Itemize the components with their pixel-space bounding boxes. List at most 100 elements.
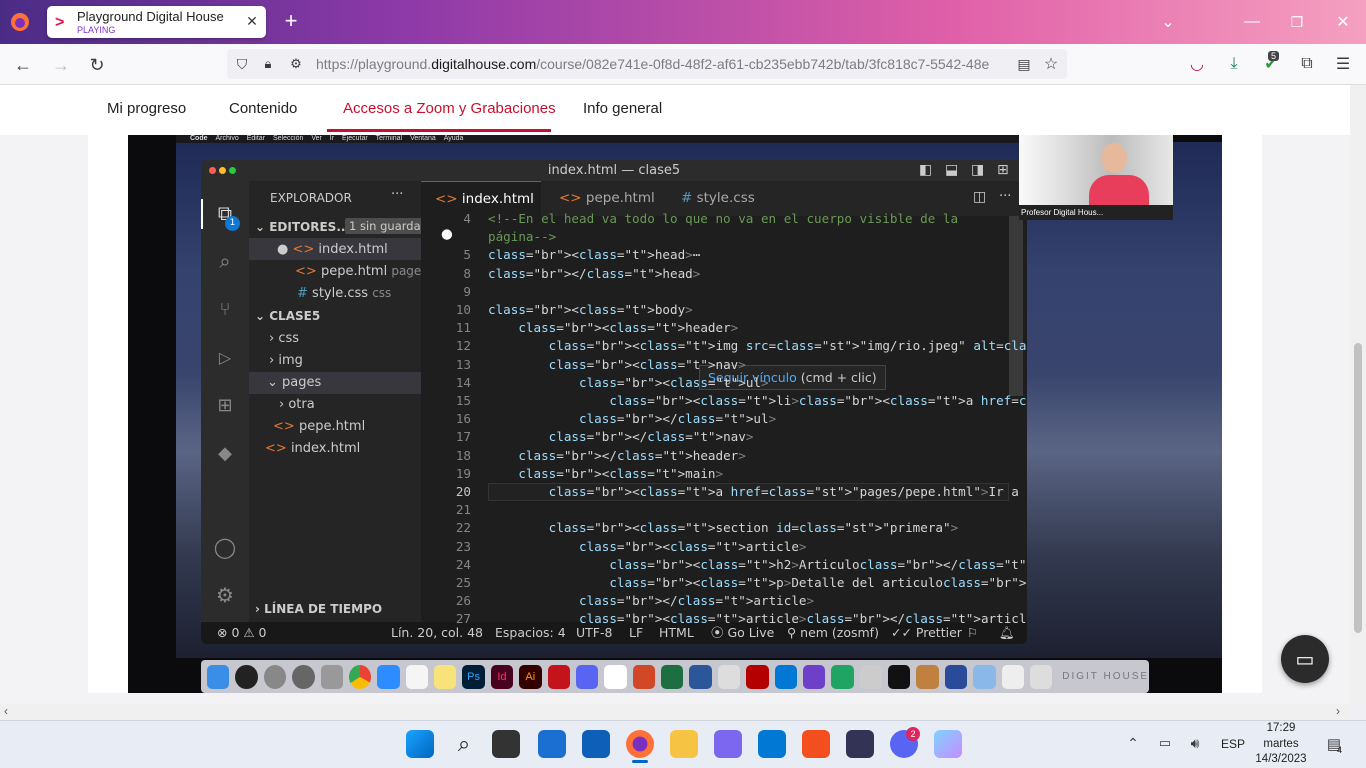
chrome-icon[interactable]	[348, 664, 372, 689]
battery-icon[interactable]: ▭	[1156, 734, 1174, 752]
settings-gear-icon[interactable]: ⚙	[213, 583, 237, 607]
open-editor-index[interactable]: ● <> index.html	[277, 242, 388, 257]
bookmark-star-icon[interactable]: ☆	[1042, 55, 1060, 73]
taskbar-gem-icon[interactable]	[934, 730, 962, 758]
minimize-icon[interactable]: —	[1242, 12, 1262, 32]
system-prefs-icon[interactable]	[292, 664, 315, 689]
virtualbox-icon[interactable]	[846, 730, 874, 758]
forward-icon[interactable]: →	[50, 54, 72, 76]
tree-pepe[interactable]: <> pepe.html	[273, 419, 365, 434]
tree-pages[interactable]: ⌄ pages	[267, 375, 321, 390]
code-line[interactable]: 22 class="br"><class="t">section id=clas…	[421, 519, 1027, 537]
permissions-icon[interactable]: ⚙	[287, 55, 305, 73]
accounts-icon[interactable]: ◯	[213, 535, 237, 559]
run-debug-icon[interactable]: ▷	[213, 345, 237, 369]
code-line[interactable]: 16 class="br"></class="t">ul>	[421, 410, 1027, 428]
code-line[interactable]: 8 class="br"></class="t">head>	[421, 265, 1027, 283]
scroll-left-icon[interactable]: ‹	[4, 704, 8, 718]
code-line[interactable]: 20 class="br"><class="t">a href=class="s…	[421, 483, 1027, 501]
dock-folder-icon[interactable]	[973, 664, 996, 689]
acrobat-icon[interactable]	[547, 664, 570, 689]
open-editors-header[interactable]: ⌄ EDITORES...	[255, 220, 350, 234]
customize-layout-icon[interactable]: ⊞	[997, 160, 1009, 181]
illustrator-icon[interactable]: Ai	[519, 664, 542, 689]
taskbar-firefox-icon[interactable]	[626, 730, 654, 758]
code-line[interactable]: 18 class="br"></class="t">header>	[421, 447, 1027, 465]
toggle-panel-icon[interactable]: ⬓	[945, 160, 958, 181]
github-desktop-icon[interactable]	[802, 664, 826, 689]
photoshop-icon[interactable]: Ps	[462, 664, 485, 689]
code-line[interactable]: 9	[421, 283, 1027, 301]
notes-icon[interactable]	[405, 664, 428, 689]
volume-icon[interactable]: 🔊︎	[1186, 734, 1204, 752]
extensions-puzzle-icon[interactable]: ⧉	[1297, 54, 1317, 74]
mac-zoom-dot[interactable]	[229, 167, 236, 174]
code-line[interactable]: 19 class="br"><class="t">main>	[421, 465, 1027, 483]
more-actions-icon[interactable]: ···	[999, 189, 1011, 204]
nav-info-general[interactable]: Info general	[583, 100, 662, 117]
shield-icon[interactable]: ⛉	[233, 55, 251, 73]
tree-css[interactable]: › css	[269, 331, 299, 346]
excel-icon[interactable]	[661, 664, 684, 689]
siri-icon[interactable]	[235, 664, 258, 689]
vertical-scroll-thumb[interactable]	[1354, 343, 1362, 633]
source-control-icon[interactable]: ⑂	[213, 297, 237, 321]
new-tab-icon[interactable]: +	[280, 8, 302, 33]
tree-otra[interactable]: › otra	[279, 397, 315, 412]
taskbar-vscode-icon[interactable]	[758, 730, 786, 758]
code-line[interactable]: 11 class="br"><class="t">header>	[421, 319, 1027, 337]
clock[interactable]: 17:29 martes 14/3/2023	[1254, 721, 1308, 768]
open-editor-pepe[interactable]: <> pepe.html pages	[295, 264, 428, 279]
toggle-secondary-icon[interactable]: ◨	[971, 160, 984, 181]
dock-item-era-icon[interactable]	[944, 664, 968, 689]
word-icon[interactable]	[689, 664, 712, 689]
taskbar-search-icon[interactable]: ⌕	[450, 730, 478, 758]
powerpoint-icon[interactable]	[632, 664, 655, 689]
restore-icon[interactable]: ❐	[1287, 12, 1307, 32]
timeline-header[interactable]: › LÍNEA DE TIEMPO	[255, 602, 382, 616]
nav-contenido[interactable]: Contenido	[229, 100, 297, 117]
back-icon[interactable]: ←	[12, 54, 34, 76]
zoom-icon[interactable]	[377, 664, 400, 689]
code-line[interactable]: 5 class="br"><class="t">head>⋯	[421, 246, 1027, 264]
slack-icon[interactable]	[604, 664, 627, 689]
firefox-icon[interactable]	[8, 10, 32, 34]
trash-icon[interactable]	[1029, 664, 1053, 689]
dock-item-dark-icon[interactable]	[888, 664, 911, 689]
task-view-icon[interactable]	[492, 730, 520, 758]
widgets-icon[interactable]	[538, 730, 566, 758]
downloads-icon[interactable]: ⤓	[1224, 54, 1244, 74]
chat-support-button[interactable]: ▭	[1281, 635, 1329, 683]
code-line[interactable]: 13 class="br"><class="t">nav>	[421, 356, 1027, 374]
code-line[interactable]: 12 class="br"><class="t">img src=class="…	[421, 337, 1027, 355]
finder-icon[interactable]	[207, 664, 230, 689]
scroll-right-icon[interactable]: ›	[1336, 704, 1340, 718]
tree-img[interactable]: › img	[269, 353, 303, 368]
tree-index[interactable]: <> index.html	[265, 441, 360, 456]
dock-item-icon[interactable]	[859, 664, 882, 689]
code-line[interactable]: 26 class="br"></class="t">article>	[421, 592, 1027, 610]
taskbar-app-icon[interactable]	[714, 730, 742, 758]
code-line[interactable]: 27 class="br"><class="t">article>class="…	[421, 610, 1027, 628]
code-line[interactable]: 21	[421, 501, 1027, 519]
dock-window-icon[interactable]	[1001, 664, 1024, 689]
lock-icon[interactable]: 🔒︎	[259, 55, 277, 73]
code-line[interactable]: 24 class="br"><class="t">h2>Articuloclas…	[421, 556, 1027, 574]
code-line[interactable]: 17 class="br"></class="t">nav>	[421, 428, 1027, 446]
start-icon[interactable]	[406, 730, 434, 758]
input-language[interactable]: ESP	[1221, 737, 1245, 751]
store-icon[interactable]	[582, 730, 610, 758]
code-line[interactable]: página-->	[421, 228, 1027, 246]
page-vertical-scrollbar[interactable]	[1350, 85, 1366, 704]
nav-mi-progreso[interactable]: Mi progreso	[107, 100, 186, 117]
textedit-icon[interactable]	[717, 664, 741, 689]
close-window-icon[interactable]: ✕	[1333, 12, 1353, 32]
filezilla-icon[interactable]	[746, 664, 769, 689]
reload-icon[interactable]: ↻	[86, 54, 108, 76]
indesign-icon[interactable]: Id	[490, 664, 514, 689]
show-hidden-icons-chevron[interactable]: ⌃	[1124, 734, 1142, 752]
search-icon[interactable]: ⌕	[213, 249, 237, 273]
stickies-icon[interactable]	[434, 664, 457, 689]
google-drive-icon[interactable]	[831, 664, 854, 689]
explorer-more-icon[interactable]: ···	[391, 187, 403, 202]
